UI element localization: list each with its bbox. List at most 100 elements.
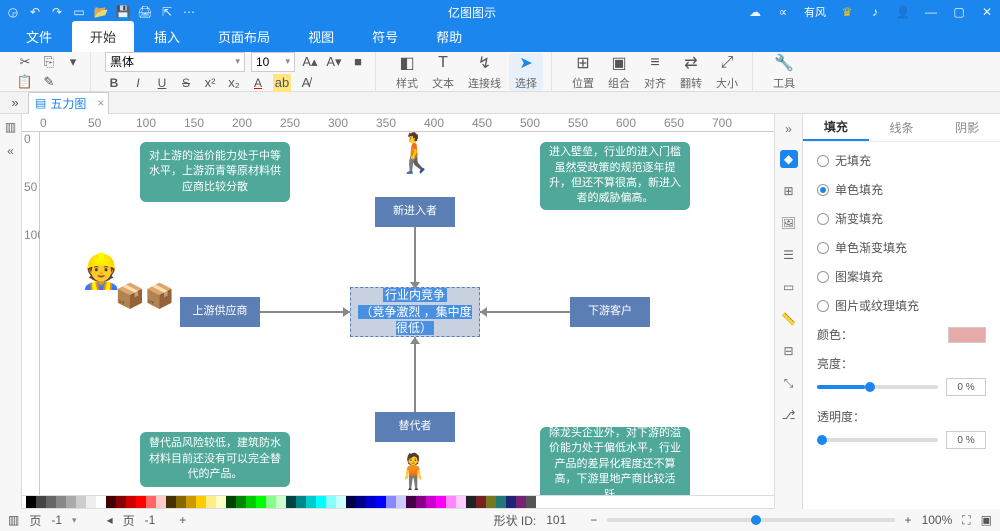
italic-icon[interactable]: I <box>129 74 147 92</box>
palette-swatch[interactable] <box>406 496 416 508</box>
subscript-icon[interactable]: x₂ <box>225 74 243 92</box>
palette-swatch[interactable] <box>506 496 516 508</box>
clear-format-icon[interactable]: A̸ <box>297 74 315 92</box>
palette-swatch[interactable] <box>256 496 266 508</box>
menu-insert[interactable]: 插入 <box>136 21 198 52</box>
grid-panel-icon[interactable]: ⊞ <box>780 182 798 200</box>
menu-symbol[interactable]: 符号 <box>354 21 416 52</box>
underline-icon[interactable]: U <box>153 74 171 92</box>
palette-swatch[interactable] <box>56 496 66 508</box>
palette-swatch[interactable] <box>316 496 326 508</box>
opacity-slider[interactable] <box>817 438 938 442</box>
radio-none[interactable]: 无填充 <box>817 152 986 169</box>
chevron-down-icon[interactable]: ▾ <box>72 515 77 526</box>
palette-swatch[interactable] <box>126 496 136 508</box>
palette-swatch[interactable] <box>356 496 366 508</box>
palette-swatch[interactable] <box>66 496 76 508</box>
chevron-left-icon[interactable]: « <box>7 144 14 158</box>
user-icon[interactable]: 👤 <box>896 5 910 19</box>
font-color-icon[interactable]: A <box>249 74 267 92</box>
palette-swatch[interactable] <box>486 496 496 508</box>
close-tab-icon[interactable]: × <box>97 96 104 110</box>
note-downstream[interactable]: 除龙头企业外，对下游的溢价能力处于偏低水平，行业产品的差异化程度还不算高，下游里… <box>540 427 690 495</box>
palette-swatch[interactable] <box>236 496 246 508</box>
palette-swatch[interactable] <box>286 496 296 508</box>
zoom-in-icon[interactable]: + <box>905 513 912 527</box>
minimize-icon[interactable]: — <box>924 5 938 19</box>
crown-icon[interactable]: ♛ <box>840 5 854 19</box>
menu-help[interactable]: 帮助 <box>418 21 480 52</box>
palette-swatch[interactable] <box>326 496 336 508</box>
flip-button[interactable]: ⇄翻转 <box>674 53 708 91</box>
panel-chevron-icon[interactable]: » <box>785 122 792 136</box>
group-button[interactable]: ▣组合 <box>602 53 636 91</box>
tool-button[interactable]: 🔧工具 <box>767 53 801 91</box>
palette-swatch[interactable] <box>136 496 146 508</box>
font-size-select[interactable]: 10▾ <box>251 52 295 72</box>
palette-swatch[interactable] <box>346 496 356 508</box>
palette-swatch[interactable] <box>516 496 526 508</box>
menu-layout[interactable]: 页面布局 <box>200 21 288 52</box>
transform-panel-icon[interactable]: ⤡ <box>780 374 798 392</box>
radio-solid[interactable]: 单色填充 <box>817 181 986 198</box>
palette-swatch[interactable] <box>116 496 126 508</box>
export-icon[interactable]: ⇱ <box>160 5 174 19</box>
note-upstream[interactable]: 对上游的溢价能力处于中等水平，上游沥青等原材料供应商比较分散 <box>140 142 290 202</box>
more-icon[interactable]: ⋯ <box>182 5 196 19</box>
palette-swatch[interactable] <box>466 496 476 508</box>
print-icon[interactable]: 🖨 <box>138 5 152 19</box>
branch-panel-icon[interactable]: ⎇ <box>780 406 798 424</box>
font-inc-icon[interactable]: A▴ <box>301 53 319 71</box>
palette-swatch[interactable] <box>446 496 456 508</box>
brightness-value[interactable]: 0 % <box>946 378 986 396</box>
new-icon[interactable]: ▭ <box>72 5 86 19</box>
palette-swatch[interactable] <box>146 496 156 508</box>
bold-icon[interactable]: B <box>105 74 123 92</box>
add-page-icon[interactable]: + <box>179 513 186 527</box>
palette-swatch[interactable] <box>496 496 506 508</box>
opacity-value[interactable]: 0 % <box>946 431 986 449</box>
select-button[interactable]: ➤选择 <box>509 53 543 91</box>
copy-icon[interactable]: ⎘ <box>40 53 58 71</box>
menu-file[interactable]: 文件 <box>8 21 70 52</box>
palette-swatch[interactable] <box>436 496 446 508</box>
palette-swatch[interactable] <box>336 496 346 508</box>
palette-swatch[interactable] <box>416 496 426 508</box>
zoom-out-icon[interactable]: − <box>590 513 597 527</box>
palette-swatch[interactable] <box>276 496 286 508</box>
palette-swatch[interactable] <box>156 496 166 508</box>
radio-pattern[interactable]: 图案填充 <box>817 268 986 285</box>
page-panel-icon[interactable]: ▭ <box>780 278 798 296</box>
palette-swatch[interactable] <box>106 496 116 508</box>
brightness-slider[interactable] <box>817 385 938 389</box>
highlight-icon[interactable]: ■ <box>349 53 367 71</box>
font-select[interactable]: 黑体▾ <box>105 52 245 72</box>
palette-swatch[interactable] <box>426 496 436 508</box>
pages-icon[interactable]: ▥ <box>8 513 19 527</box>
tab-shadow[interactable]: 阴影 <box>934 114 1000 141</box>
palette-swatch[interactable] <box>456 496 466 508</box>
table-panel-icon[interactable]: ⊟ <box>780 342 798 360</box>
radio-mono-gradient[interactable]: 单色渐变填充 <box>817 239 986 256</box>
format-painter-icon[interactable]: ✎ <box>40 73 58 91</box>
text-button[interactable]: T文本 <box>426 53 460 91</box>
palette-swatch[interactable] <box>366 496 376 508</box>
color-swatch[interactable] <box>948 327 986 343</box>
strike-icon[interactable]: S <box>177 74 195 92</box>
palette-swatch[interactable] <box>376 496 386 508</box>
text-highlight-icon[interactable]: ab <box>273 74 291 92</box>
radio-gradient[interactable]: 渐变填充 <box>817 210 986 227</box>
superscript-icon[interactable]: x² <box>201 74 219 92</box>
palette-swatch[interactable] <box>396 496 406 508</box>
tabs-chevron-icon[interactable]: » <box>6 94 24 112</box>
image-panel-icon[interactable]: 🖼 <box>780 214 798 232</box>
cloud-icon[interactable]: ☁ <box>748 5 762 19</box>
paste-icon[interactable]: 📋 <box>16 73 34 91</box>
box-upstream[interactable]: 上游供应商 <box>180 297 260 327</box>
ruler-panel-icon[interactable]: 📏 <box>780 310 798 328</box>
tab-fill[interactable]: 填充 <box>803 114 869 141</box>
share-icon[interactable]: ∝ <box>776 5 790 19</box>
palette-swatch[interactable] <box>526 496 536 508</box>
palette-swatch[interactable] <box>296 496 306 508</box>
palette-swatch[interactable] <box>266 496 276 508</box>
